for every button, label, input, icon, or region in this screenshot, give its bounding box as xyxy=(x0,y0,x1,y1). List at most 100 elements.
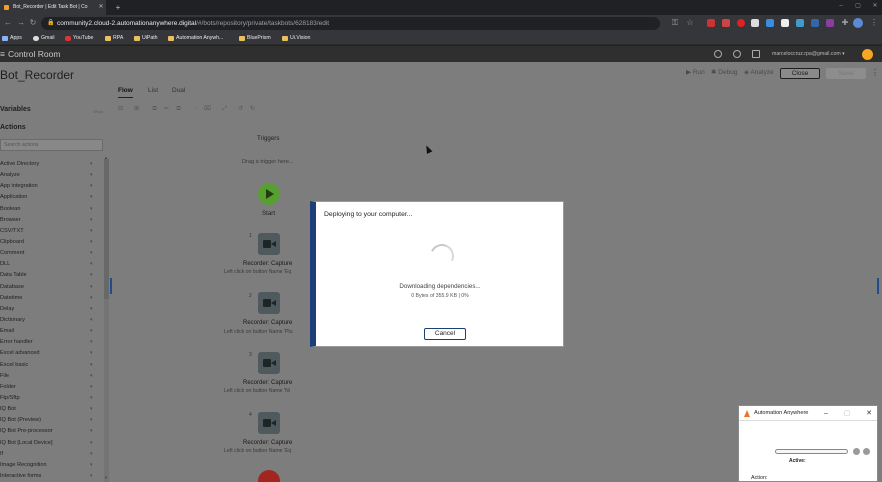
action-category-item[interactable]: File ▾ xyxy=(0,371,100,382)
scroll-down-icon[interactable]: ▼ xyxy=(104,475,108,480)
debug-button[interactable]: ✱ Debug xyxy=(711,68,737,78)
extension-icon[interactable] xyxy=(811,19,819,27)
browser-tab[interactable]: Bot_Recorder | Edit Task Bot | Co ✕ xyxy=(0,0,106,15)
actions-scroll-thumb[interactable] xyxy=(104,159,109,299)
toolbar-tool-icon[interactable]: ⧉ xyxy=(151,106,158,112)
action-category-item[interactable]: Clipboard ▾ xyxy=(0,237,100,248)
save-button[interactable]: Save xyxy=(826,68,866,79)
cut-icon[interactable]: ✂ xyxy=(163,106,170,112)
profile-avatar[interactable] xyxy=(853,18,863,28)
action-category-item[interactable]: Error handler ▾ xyxy=(0,337,100,348)
extension-icon[interactable] xyxy=(722,19,730,27)
action-category-item[interactable]: Comment ▾ xyxy=(0,248,100,259)
extension-icon[interactable] xyxy=(781,19,789,27)
url-input[interactable]: 🔒 community2.cloud-2.automationanywhere.… xyxy=(41,17,660,30)
trigger-drop-zone[interactable]: Drag a trigger here... xyxy=(242,158,294,166)
action-category-item[interactable]: DLL ▾ xyxy=(0,259,100,270)
action-category-item[interactable]: IQ Bot [Local Device] ▾ xyxy=(0,438,100,449)
action-category-item[interactable]: IQ Bot ▾ xyxy=(0,404,100,415)
scroll-up-icon[interactable]: ▲ xyxy=(104,155,108,160)
maximize-icon[interactable]: ▢ xyxy=(841,406,853,421)
action-category-item[interactable]: Ftp/Sftp ▾ xyxy=(0,393,100,404)
run-button[interactable]: ▶ Run xyxy=(686,68,705,78)
extension-icon[interactable] xyxy=(796,19,804,27)
bookmark-apps[interactable]: Apps xyxy=(2,32,22,45)
action-category-item[interactable]: Email ▾ xyxy=(0,326,100,337)
action-category-item[interactable]: Dictionary ▾ xyxy=(0,315,100,326)
action-category-item[interactable]: Interactive forms ▾ xyxy=(0,471,100,482)
close-icon[interactable]: ✕ xyxy=(863,406,875,421)
start-node[interactable] xyxy=(258,183,280,205)
redo-icon[interactable]: ↻ xyxy=(249,106,256,112)
action-category-item[interactable]: Delay ▾ xyxy=(0,304,100,315)
window-close-icon[interactable]: ✕ xyxy=(866,0,882,12)
menu-kebab-icon[interactable]: ⋮ xyxy=(869,18,879,28)
devices-icon[interactable] xyxy=(752,50,760,58)
globe-icon[interactable] xyxy=(733,50,741,58)
stop-icon[interactable] xyxy=(863,448,870,455)
action-category-item[interactable]: Active Directory ▾ xyxy=(0,159,100,170)
delete-icon[interactable]: ⌧ xyxy=(204,106,211,112)
toolbar-tool-icon[interactable]: ◌ xyxy=(192,106,199,112)
minimize-icon[interactable]: – xyxy=(832,0,850,12)
recorder-capture-node-icon[interactable] xyxy=(258,352,280,374)
end-node[interactable] xyxy=(258,470,280,482)
variables-heading[interactable]: Variables xyxy=(0,105,31,115)
right-panel-resize-handle[interactable] xyxy=(877,278,879,294)
action-category-item[interactable]: Datetime ▾ xyxy=(0,293,100,304)
bot-runner-titlebar[interactable]: Automation Anywhere – ▢ ✕ xyxy=(739,406,877,421)
toolbar-tool-icon[interactable]: ⊟ xyxy=(117,106,124,112)
toolbar-tool-icon[interactable]: ⤢ xyxy=(221,106,228,112)
action-category-item[interactable]: Analyze ▾ xyxy=(0,170,100,181)
show-toggle[interactable]: Show xyxy=(93,108,103,116)
action-category-item[interactable]: CSV/TXT ▾ xyxy=(0,226,100,237)
extension-icon[interactable] xyxy=(766,19,774,27)
extension-icon[interactable] xyxy=(707,19,715,27)
cancel-button[interactable]: Cancel xyxy=(424,328,466,340)
recorder-capture-node-icon[interactable] xyxy=(258,233,280,255)
close-button[interactable]: Close xyxy=(780,68,820,79)
pause-icon[interactable] xyxy=(853,448,860,455)
toolbar-tool-icon[interactable]: ⊞ xyxy=(133,106,140,112)
app-title[interactable]: Control Room xyxy=(0,46,60,62)
new-tab-icon[interactable]: + xyxy=(113,0,123,15)
action-category-item[interactable]: IQ Bot Pre-processor ▾ xyxy=(0,426,100,437)
action-category-item[interactable]: If ▾ xyxy=(0,449,100,460)
action-category-item[interactable]: Excel advanced ▾ xyxy=(0,348,100,359)
action-category-item[interactable]: Data Table ▾ xyxy=(0,270,100,281)
search-actions-input[interactable]: Search actions xyxy=(0,139,103,151)
bookmark-blueprism[interactable]: BluePrism xyxy=(239,32,271,45)
back-icon[interactable]: ← xyxy=(3,18,13,28)
more-options-icon[interactable]: ⋮ xyxy=(871,68,879,78)
user-menu[interactable]: marceloccruz.rpa@gmail.com ▾ xyxy=(772,46,845,62)
panel-resize-handle[interactable] xyxy=(110,278,112,294)
tab-close-icon[interactable]: ✕ xyxy=(97,0,105,15)
reload-icon[interactable]: ↻ xyxy=(28,18,38,28)
forward-icon[interactable]: → xyxy=(16,18,26,28)
star-icon[interactable]: ☆ xyxy=(685,18,695,28)
bookmark-automation-anywhere[interactable]: Automation Anywh... xyxy=(168,32,223,45)
action-category-item[interactable]: Database ▾ xyxy=(0,282,100,293)
extensions-puzzle-icon[interactable]: ✚ xyxy=(840,18,850,28)
minimize-icon[interactable]: – xyxy=(820,406,832,421)
tab-flow[interactable]: Flow xyxy=(118,86,133,98)
maximize-icon[interactable]: ▢ xyxy=(849,0,867,12)
tab-list[interactable]: List xyxy=(148,86,158,96)
bookmark-gmail[interactable]: Gmail xyxy=(33,32,55,45)
action-category-item[interactable]: Image Recognition ▾ xyxy=(0,460,100,471)
key-icon[interactable]: ⚿ xyxy=(670,18,680,28)
action-category-item[interactable]: Application ▾ xyxy=(0,192,100,203)
action-category-item[interactable]: Folder ▾ xyxy=(0,382,100,393)
copy-icon[interactable]: ⧉ xyxy=(175,106,182,112)
extension-icon[interactable] xyxy=(751,19,759,27)
analyze-button[interactable]: ◈ Analyze xyxy=(744,68,774,78)
recorder-capture-node-icon[interactable] xyxy=(258,412,280,434)
extension-icon[interactable] xyxy=(737,19,745,27)
action-category-item[interactable]: Excel basic ▾ xyxy=(0,360,100,371)
bookmark-rpa[interactable]: RPA xyxy=(105,32,123,45)
undo-icon[interactable]: ↺ xyxy=(237,106,244,112)
action-category-item[interactable]: Boolean ▾ xyxy=(0,204,100,215)
bookmark-uivision[interactable]: Ui.Vision xyxy=(282,32,310,45)
action-category-item[interactable]: Browser ▾ xyxy=(0,215,100,226)
recorder-capture-node-icon[interactable] xyxy=(258,292,280,314)
